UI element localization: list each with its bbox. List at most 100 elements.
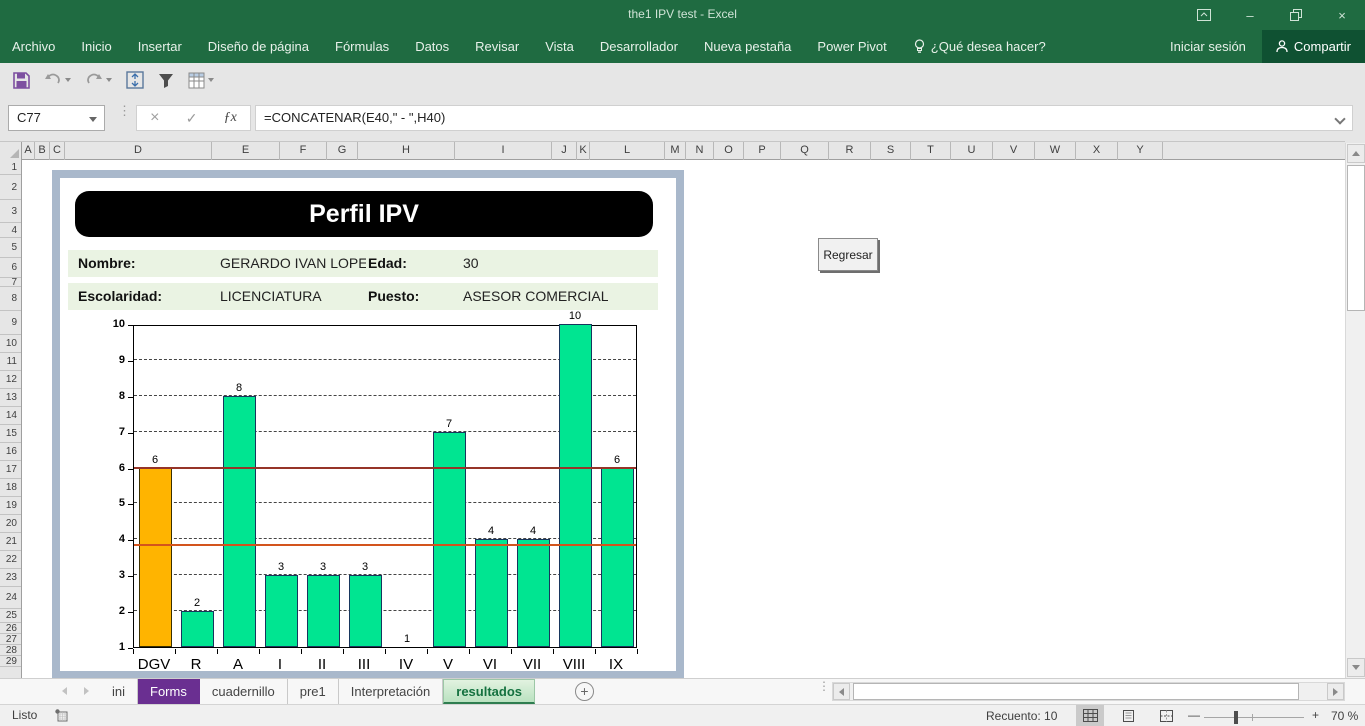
row-header-15[interactable]: 15 [0,425,21,443]
row-header-1[interactable]: 1 [0,160,21,175]
row-header-29[interactable]: 29 [0,656,21,667]
row-header-14[interactable]: 14 [0,407,21,425]
column-header-B[interactable]: B [35,142,50,160]
column-header-Q[interactable]: Q [781,142,829,160]
zoom-out-button[interactable]: — [1188,708,1200,722]
filter-icon[interactable] [153,67,179,93]
zoom-level[interactable]: 70 % [1331,709,1358,723]
sheet-nav-left-icon[interactable] [62,687,67,695]
column-header-W[interactable]: W [1035,142,1076,160]
ribbon-tab-nueva-pesta-a[interactable]: Nueva pestaña [691,30,804,63]
vertical-scrollbar[interactable] [1345,143,1365,678]
ribbon-tab-desarrollador[interactable]: Desarrollador [587,30,691,63]
page-break-view-icon[interactable] [1152,705,1180,726]
row-header-4[interactable]: 4 [0,223,21,238]
row-header-23[interactable]: 23 [0,569,21,587]
minimize-button[interactable]: – [1227,0,1273,30]
sign-in-link[interactable]: Iniciar sesión [1170,39,1246,54]
select-all-button[interactable] [0,142,22,160]
enter-icon[interactable]: ✓ [186,110,198,127]
restore-button[interactable] [1273,0,1319,30]
row-header-6[interactable]: 6 [0,258,21,278]
ribbon-tab-power-pivot[interactable]: Power Pivot [804,30,899,63]
row-header-18[interactable]: 18 [0,479,21,497]
vertical-scroll-thumb[interactable] [1347,165,1365,311]
sheet-tab-interpretaci-n[interactable]: Interpretación [339,679,444,704]
horizontal-scrollbar[interactable] [832,682,1345,701]
column-header-E[interactable]: E [212,142,280,160]
zoom-slider-thumb[interactable] [1234,711,1238,724]
ribbon-tab-dise-o-de-p-gina[interactable]: Diseño de página [195,30,322,63]
column-header-U[interactable]: U [951,142,993,160]
ribbon-tab-vista[interactable]: Vista [532,30,587,63]
row-header-20[interactable]: 20 [0,515,21,533]
row-header-25[interactable]: 25 [0,609,21,623]
horizontal-scroll-thumb[interactable] [853,683,1299,700]
sheet-grid[interactable]: 1234567891011121314151617181920212223242… [0,160,1345,678]
cancel-icon[interactable]: × [150,109,159,127]
formula-input[interactable]: =CONCATENAR(E40," - ",H40) [255,105,1353,131]
ribbon-tab-datos[interactable]: Datos [402,30,462,63]
column-header-C[interactable]: C [50,142,65,160]
column-header-O[interactable]: O [714,142,744,160]
ribbon-tab-inicio[interactable]: Inicio [68,30,124,63]
row-header-7[interactable]: 7 [0,278,21,287]
borders-icon[interactable] [183,67,219,93]
column-header-V[interactable]: V [993,142,1035,160]
scroll-left-icon[interactable] [833,683,850,700]
column-header-F[interactable]: F [280,142,327,160]
share-button[interactable]: Compartir [1262,30,1365,63]
column-header-T[interactable]: T [911,142,951,160]
normal-view-icon[interactable] [1076,705,1104,726]
close-button[interactable]: × [1319,0,1365,30]
ribbon-tab-insertar[interactable]: Insertar [125,30,195,63]
column-header-K[interactable]: K [577,142,590,160]
sheet-tab-resultados[interactable]: resultados [443,679,535,704]
controls-icon[interactable] [121,67,149,93]
scroll-right-icon[interactable] [1327,683,1344,700]
column-header-X[interactable]: X [1076,142,1118,160]
zoom-slider[interactable] [1204,717,1304,718]
insert-function-icon[interactable]: ƒx [224,110,237,126]
name-box-dropdown-icon[interactable] [89,117,97,122]
ribbon-tab-f-rmulas[interactable]: Fórmulas [322,30,402,63]
row-header-21[interactable]: 21 [0,533,21,551]
ribbon-display-options-icon[interactable] [1181,0,1227,30]
row-header-24[interactable]: 24 [0,587,21,609]
column-header-R[interactable]: R [829,142,871,160]
row-header-3[interactable]: 3 [0,200,21,223]
sheet-tab-forms[interactable]: Forms [138,679,200,704]
macro-record-icon[interactable] [55,709,68,722]
column-header-G[interactable]: G [327,142,358,160]
column-header-D[interactable]: D [65,142,212,160]
column-header-M[interactable]: M [665,142,686,160]
expand-formula-bar-icon[interactable] [1334,113,1345,124]
scroll-up-icon[interactable] [1347,144,1365,163]
scroll-down-icon[interactable] [1347,658,1365,677]
redo-icon[interactable] [80,67,117,93]
sheet-tab-ini[interactable]: ini [100,679,138,704]
column-header-Y[interactable]: Y [1118,142,1163,160]
row-header-5[interactable]: 5 [0,238,21,258]
sheet-nav-right-icon[interactable] [84,687,89,695]
column-header-I[interactable]: I [455,142,552,160]
zoom-in-button[interactable]: + [1312,708,1319,722]
new-sheet-button[interactable]: + [575,682,594,701]
ribbon-tab-revisar[interactable]: Revisar [462,30,532,63]
column-header-P[interactable]: P [744,142,781,160]
row-header-28[interactable]: 28 [0,645,21,656]
save-icon[interactable] [8,67,35,93]
ribbon-tab-archivo[interactable]: Archivo [0,30,68,63]
column-header-L[interactable]: L [590,142,665,160]
row-header-2[interactable]: 2 [0,175,21,200]
column-header-J[interactable]: J [552,142,577,160]
tell-me-box[interactable]: ¿Qué desea hacer? [914,39,1046,54]
row-header-11[interactable]: 11 [0,353,21,371]
column-header-H[interactable]: H [358,142,455,160]
row-header-12[interactable]: 12 [0,371,21,389]
row-header-27[interactable]: 27 [0,634,21,645]
row-header-19[interactable]: 19 [0,497,21,515]
row-header-8[interactable]: 8 [0,287,21,311]
row-header-9[interactable]: 9 [0,311,21,335]
row-header-22[interactable]: 22 [0,551,21,569]
